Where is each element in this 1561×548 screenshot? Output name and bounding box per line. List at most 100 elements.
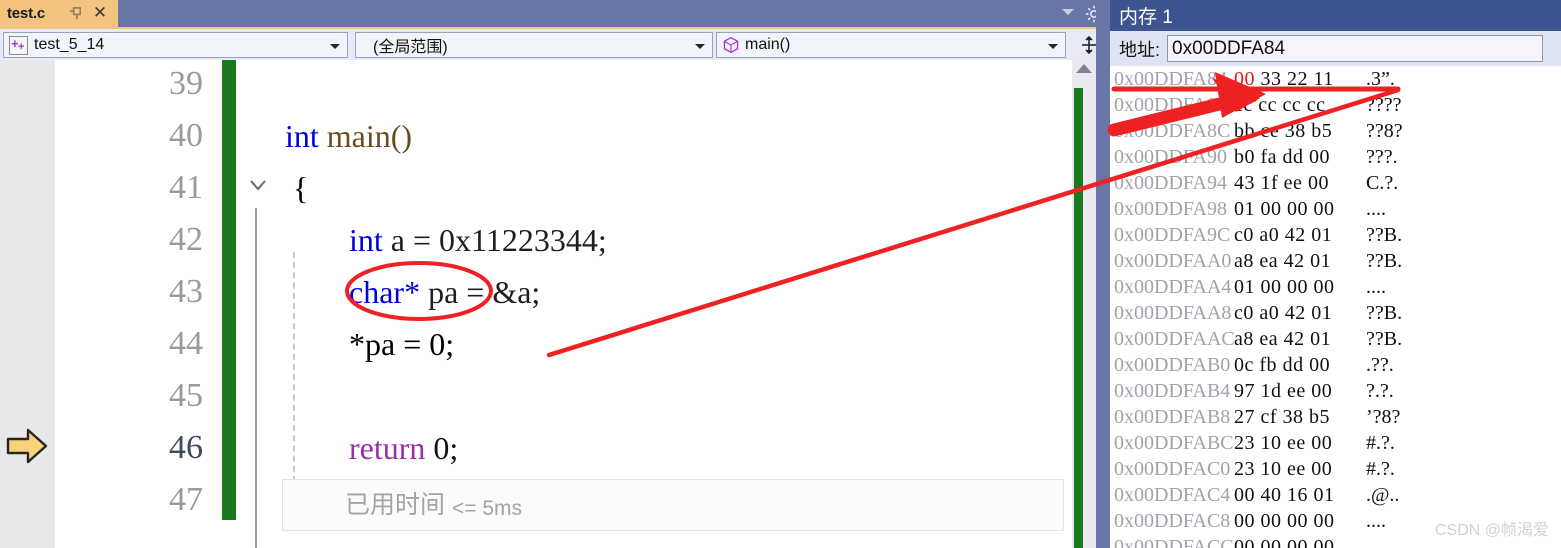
- memory-byte[interactable]: 00: [1287, 198, 1314, 220]
- memory-byte[interactable]: 16: [1287, 484, 1314, 506]
- address-input[interactable]: 0x00DDFA84: [1167, 35, 1544, 62]
- memory-byte[interactable]: fb: [1259, 354, 1282, 376]
- memory-byte[interactable]: 23: [1234, 432, 1261, 454]
- tab-test-c[interactable]: test.c ✕: [0, 0, 118, 27]
- memory-byte[interactable]: a0: [1259, 302, 1284, 324]
- memory-byte[interactable]: ea: [1259, 328, 1283, 350]
- memory-byte[interactable]: 01: [1234, 276, 1261, 298]
- memory-byte[interactable]: ee: [1284, 172, 1308, 194]
- memory-byte[interactable]: 42: [1285, 302, 1312, 324]
- pin-icon[interactable]: [68, 6, 83, 21]
- memory-row-bytes[interactable]: 27 cf 38 b5: [1234, 404, 1330, 430]
- memory-byte[interactable]: a0: [1259, 224, 1284, 246]
- memory-row-bytes[interactable]: 23 10 ee 00: [1234, 430, 1332, 456]
- memory-byte[interactable]: a8: [1234, 250, 1259, 272]
- memory-byte[interactable]: 27: [1234, 406, 1261, 428]
- memory-byte[interactable]: 0c: [1234, 354, 1259, 376]
- memory-byte[interactable]: 01: [1314, 484, 1335, 506]
- memory-byte[interactable]: 38: [1285, 120, 1312, 142]
- memory-byte[interactable]: cc: [1234, 94, 1258, 116]
- memory-byte[interactable]: c0: [1234, 224, 1259, 246]
- memory-row-bytes[interactable]: c0 a0 42 01: [1234, 300, 1332, 326]
- memory-row-bytes[interactable]: 00 00 00 00: [1234, 508, 1335, 534]
- chevron-down-icon[interactable]: [695, 44, 705, 49]
- memory-byte[interactable]: 01: [1310, 328, 1331, 350]
- memory-byte[interactable]: 42: [1285, 224, 1312, 246]
- memory-byte[interactable]: 00: [1314, 536, 1335, 548]
- memory-byte[interactable]: 00: [1311, 432, 1332, 454]
- memory-byte[interactable]: 33: [1261, 68, 1288, 90]
- memory-byte[interactable]: 00: [1309, 146, 1330, 168]
- memory-row-bytes[interactable]: 43 1f ee 00: [1234, 170, 1329, 196]
- memory-byte[interactable]: cc: [1258, 94, 1282, 116]
- code-text-area[interactable]: int main() { int a = 0x11223344; char* p…: [245, 60, 1065, 548]
- memory-byte[interactable]: cc: [1307, 94, 1326, 116]
- memory-byte[interactable]: 00: [1314, 276, 1335, 298]
- memory-row-bytes[interactable]: 0c fb dd 00: [1234, 352, 1330, 378]
- memory-row-bytes[interactable]: a8 ea 42 01: [1234, 326, 1331, 352]
- memory-row-bytes[interactable]: c0 a0 42 01: [1234, 222, 1332, 248]
- memory-byte[interactable]: 00: [1314, 198, 1335, 220]
- memory-byte[interactable]: 00: [1234, 484, 1261, 506]
- pane-divider[interactable]: [1096, 0, 1110, 548]
- scope-dropdown[interactable]: (全局范围): [355, 32, 713, 58]
- memory-row-bytes[interactable]: 01 00 00 00: [1234, 274, 1335, 300]
- function-dropdown[interactable]: main(): [716, 32, 1066, 58]
- memory-row-bytes[interactable]: 23 10 ee 00: [1234, 456, 1332, 482]
- memory-byte[interactable]: dd: [1283, 146, 1310, 168]
- memory-byte[interactable]: 10: [1261, 458, 1288, 480]
- memory-byte[interactable]: bb: [1234, 120, 1261, 142]
- memory-byte[interactable]: 01: [1234, 198, 1261, 220]
- chevron-down-icon[interactable]: [1048, 44, 1058, 49]
- chevron-down-icon[interactable]: [330, 44, 340, 49]
- memory-byte[interactable]: ee: [1287, 458, 1311, 480]
- memory-byte[interactable]: 00: [1314, 510, 1335, 532]
- editor-body[interactable]: 39 40 41 42 43 44 45 46 47 int main() { …: [0, 60, 1110, 548]
- memory-byte[interactable]: ee: [1287, 380, 1311, 402]
- memory-row-bytes[interactable]: cc cc cc cc: [1234, 92, 1326, 118]
- memory-byte[interactable]: cf: [1261, 406, 1283, 428]
- memory-byte[interactable]: 00: [1308, 172, 1329, 194]
- memory-byte[interactable]: fa: [1261, 146, 1283, 168]
- memory-byte[interactable]: 23: [1234, 458, 1261, 480]
- memory-byte[interactable]: 1d: [1261, 380, 1288, 402]
- memory-byte[interactable]: 00: [1311, 380, 1332, 402]
- memory-byte[interactable]: cc: [1283, 94, 1307, 116]
- memory-rows-container[interactable]: 0x00DDFA84 00 33 22 11 .3”. 0x00DDFA88 cc cc…: [1110, 66, 1561, 548]
- close-icon[interactable]: ✕: [92, 4, 108, 21]
- memory-byte[interactable]: 1f: [1261, 172, 1284, 194]
- memory-byte[interactable]: 40: [1261, 484, 1288, 506]
- memory-byte[interactable]: b5: [1309, 406, 1330, 428]
- project-dropdown[interactable]: test_5_14: [3, 32, 348, 58]
- memory-byte[interactable]: a8: [1234, 328, 1259, 350]
- memory-byte[interactable]: c0: [1234, 302, 1259, 324]
- memory-row-bytes[interactable]: 97 1d ee 00: [1234, 378, 1332, 404]
- memory-byte[interactable]: 00: [1261, 276, 1288, 298]
- memory-row-bytes[interactable]: 00 00 00 00: [1234, 534, 1335, 548]
- memory-byte[interactable]: 22: [1287, 68, 1314, 90]
- memory-byte[interactable]: 38: [1283, 406, 1310, 428]
- memory-byte[interactable]: 00: [1311, 458, 1332, 480]
- memory-byte[interactable]: 97: [1234, 380, 1261, 402]
- memory-byte[interactable]: ea: [1259, 250, 1283, 272]
- memory-byte[interactable]: 00: [1261, 198, 1288, 220]
- memory-byte[interactable]: 01: [1311, 224, 1332, 246]
- memory-row-bytes[interactable]: a8 ea 42 01: [1234, 248, 1331, 274]
- memory-byte[interactable]: 00: [1309, 354, 1330, 376]
- scroll-up-arrow-icon[interactable]: [1076, 64, 1092, 73]
- memory-byte[interactable]: 00: [1287, 510, 1314, 532]
- memory-byte[interactable]: b0: [1234, 146, 1261, 168]
- memory-byte[interactable]: 00: [1234, 536, 1261, 548]
- memory-byte[interactable]: 00: [1261, 536, 1288, 548]
- indicator-margin[interactable]: [0, 60, 55, 548]
- memory-byte[interactable]: 42: [1284, 328, 1311, 350]
- memory-row-bytes[interactable]: 00 33 22 11: [1234, 66, 1334, 92]
- memory-byte-highlighted[interactable]: 00: [1234, 68, 1261, 90]
- chevron-down-icon[interactable]: [1062, 9, 1074, 15]
- memory-byte[interactable]: 11: [1314, 68, 1334, 90]
- memory-byte[interactable]: 00: [1234, 510, 1261, 532]
- memory-byte[interactable]: dd: [1283, 354, 1310, 376]
- memory-byte[interactable]: 00: [1287, 536, 1314, 548]
- memory-byte[interactable]: b5: [1311, 120, 1332, 142]
- memory-byte[interactable]: 10: [1261, 432, 1288, 454]
